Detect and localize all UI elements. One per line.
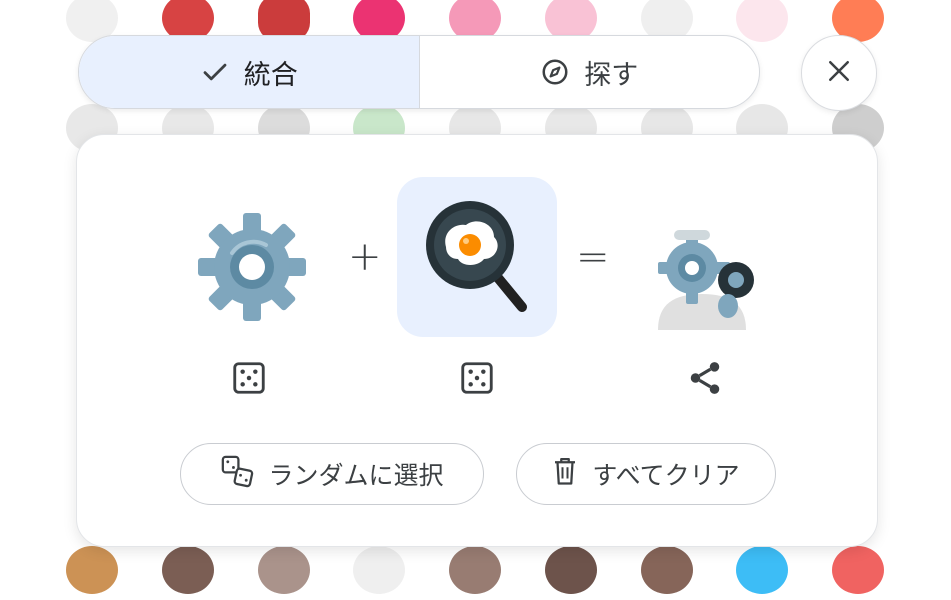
share-button[interactable] bbox=[677, 352, 733, 408]
close-button[interactable] bbox=[801, 35, 877, 111]
random-right-button[interactable] bbox=[449, 352, 505, 408]
trash-icon bbox=[552, 456, 578, 492]
result-emoji[interactable] bbox=[625, 195, 785, 355]
right-emoji-slot[interactable] bbox=[397, 177, 557, 337]
check-icon bbox=[200, 57, 230, 87]
compass-icon bbox=[540, 57, 570, 87]
cooking-emoji bbox=[426, 201, 527, 312]
merge-tab-label: 統合 bbox=[243, 59, 298, 91]
emoji-tile[interactable] bbox=[730, 540, 794, 600]
combination-card: + = ランダムに選択 すべてクリア bbox=[76, 134, 878, 547]
gear-emoji bbox=[198, 213, 306, 321]
clear-all-button[interactable]: すべてクリア bbox=[516, 443, 776, 505]
random-left-button[interactable] bbox=[221, 352, 277, 408]
dice-icon bbox=[458, 359, 496, 401]
emoji-tile[interactable] bbox=[252, 540, 316, 600]
explore-tab-label: 探す bbox=[584, 59, 639, 91]
emoji-grid-bottom-row bbox=[60, 540, 890, 600]
close-icon bbox=[824, 56, 854, 90]
explore-tab[interactable]: 探す bbox=[418, 36, 760, 108]
dice-icon bbox=[230, 359, 268, 401]
random-select-label: ランダムに選択 bbox=[268, 461, 444, 490]
merge-tab[interactable]: 統合 bbox=[79, 36, 419, 108]
emoji-tile[interactable] bbox=[156, 540, 220, 600]
emoji-tile[interactable] bbox=[635, 540, 699, 600]
emoji-tile[interactable] bbox=[443, 540, 507, 600]
random-select-button[interactable]: ランダムに選択 bbox=[180, 443, 484, 505]
emoji-tile[interactable] bbox=[60, 540, 124, 600]
mode-toggle: 統合 探す bbox=[78, 35, 760, 109]
emoji-tile[interactable] bbox=[826, 540, 890, 600]
left-emoji-slot[interactable] bbox=[172, 187, 332, 347]
share-icon bbox=[686, 359, 724, 401]
dice-pair-icon bbox=[220, 454, 254, 494]
emoji-tile[interactable] bbox=[539, 540, 603, 600]
plus-sign: + bbox=[348, 234, 382, 280]
equals-sign: = bbox=[576, 234, 610, 280]
clear-all-label: すべてクリア bbox=[592, 461, 740, 490]
gear-chef-emoji bbox=[658, 230, 754, 330]
emoji-tile[interactable] bbox=[347, 540, 411, 600]
